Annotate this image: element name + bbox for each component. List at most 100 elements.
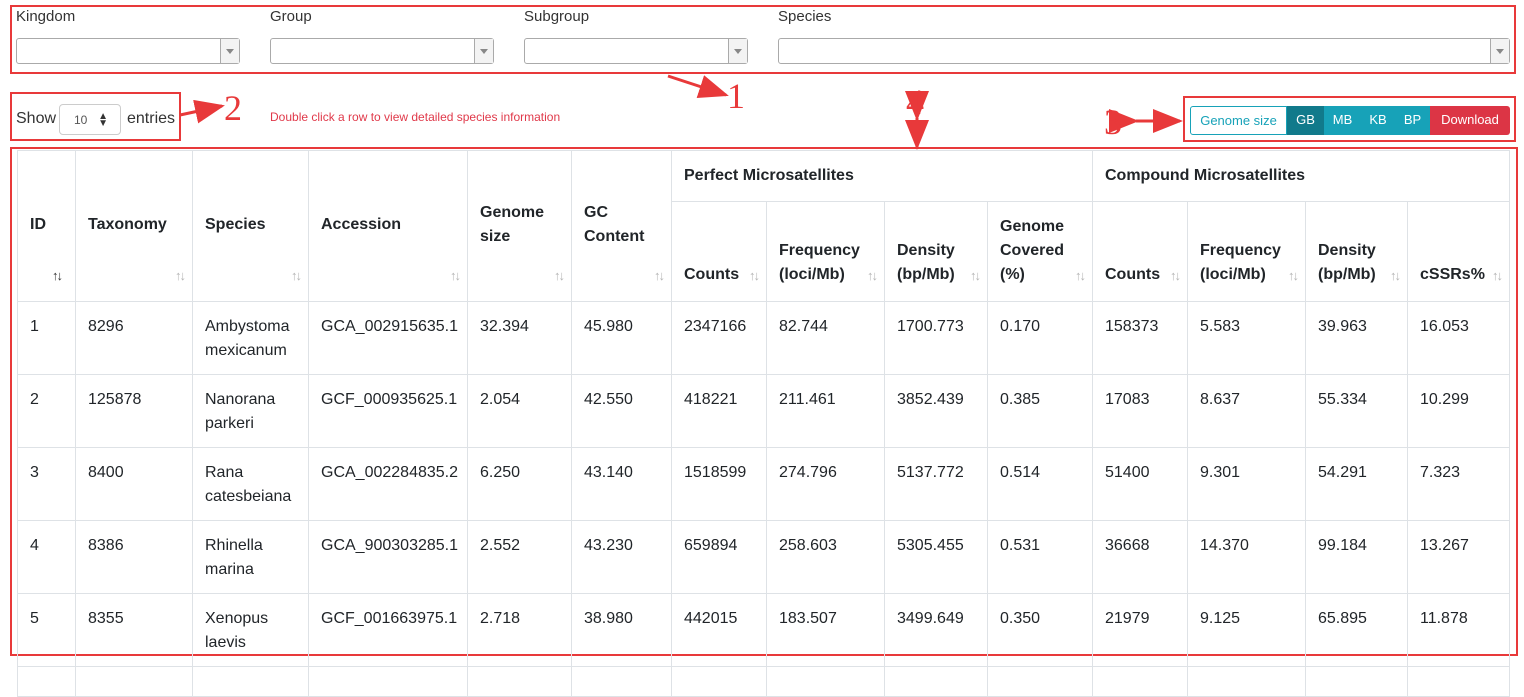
cell-p-density: 3852.439 xyxy=(884,374,988,448)
cell-p-cov: 0.350 xyxy=(987,593,1093,667)
cell-p-counts: 418221 xyxy=(671,374,767,448)
cell-c-density: 39.963 xyxy=(1305,301,1408,375)
kb-button[interactable]: KB xyxy=(1361,106,1395,135)
cell-id: 3 xyxy=(17,447,76,521)
cell-p-freq: 183.507 xyxy=(766,593,885,667)
cell-accession: GCF_001663975.1 xyxy=(308,593,468,667)
cell-c-freq: 9.125 xyxy=(1187,593,1306,667)
cell-taxonomy: 125878 xyxy=(75,374,193,448)
table-row[interactable] xyxy=(17,666,1510,697)
cell-c-counts: 17083 xyxy=(1092,374,1188,448)
cell-gc: 38.980 xyxy=(571,593,672,667)
gb-button[interactable]: GB xyxy=(1287,106,1324,135)
cell-genome: 2.552 xyxy=(467,520,572,594)
entries-value: 10 xyxy=(74,113,88,127)
cell-taxonomy: 8355 xyxy=(75,593,193,667)
cell-c-density: 54.291 xyxy=(1305,447,1408,521)
cell-species: Ambystoma mexicanum xyxy=(192,301,309,375)
cell-c-cssr: 16.053 xyxy=(1407,301,1510,375)
cell-species: Rana catesbeiana xyxy=(192,447,309,521)
table-row[interactable]: 2 125878 Nanorana parkeri GCF_000935625.1 2.0… xyxy=(17,374,1510,448)
cell-c-counts: 158373 xyxy=(1092,301,1188,375)
cell-c-cssr: 10.299 xyxy=(1407,374,1510,448)
cell-p-cov: 0.531 xyxy=(987,520,1093,594)
col-header-species[interactable]: Species ↑↓ xyxy=(192,150,309,302)
table-row[interactable]: 5 8355 Xenopus laevis GCF_001663975.1 2.718 38… xyxy=(17,593,1510,667)
sort-icon: ↑↓ xyxy=(654,268,665,283)
sort-icon: ↑↓ xyxy=(450,268,461,283)
col-header-p-counts[interactable]: Counts ↑↓ xyxy=(671,201,767,302)
cell-p-density: 1700.773 xyxy=(884,301,988,375)
col-header-genome-size[interactable]: Genome size ↑↓ xyxy=(467,150,572,302)
cell-p-counts: 1518599 xyxy=(671,447,767,521)
col-header-p-covered[interactable]: Genome Covered (%) ↑↓ xyxy=(987,201,1093,302)
table-row[interactable]: 3 8400 Rana catesbeiana GCA_002284835.2 6.250… xyxy=(17,447,1510,521)
col-header-accession[interactable]: Accession ↑↓ xyxy=(308,150,468,302)
col-header-c-counts[interactable]: Counts ↑↓ xyxy=(1092,201,1188,302)
cell-id: 4 xyxy=(17,520,76,594)
cell-p-freq: 211.461 xyxy=(766,374,885,448)
cell-genome: 6.250 xyxy=(467,447,572,521)
cell-p-density: 5305.455 xyxy=(884,520,988,594)
col-header-p-frequency[interactable]: Frequency (loci/Mb) ↑↓ xyxy=(766,201,885,302)
cell-p-cov: 0.514 xyxy=(987,447,1093,521)
cell-gc: 45.980 xyxy=(571,301,672,375)
cell-p-cov: 0.170 xyxy=(987,301,1093,375)
sort-icon: ↑↓ xyxy=(52,268,63,283)
cell-id: 5 xyxy=(17,593,76,667)
sort-icon: ↑↓ xyxy=(291,268,302,283)
col-header-id[interactable]: ID ↑↓ xyxy=(17,150,76,302)
cell-p-counts: 2347166 xyxy=(671,301,767,375)
sort-icon: ↑↓ xyxy=(749,268,760,283)
col-header-c-frequency[interactable]: Frequency (loci/Mb) ↑↓ xyxy=(1187,201,1306,302)
cell-accession: GCA_002284835.2 xyxy=(308,447,468,521)
cell-gc: 42.550 xyxy=(571,374,672,448)
cell-taxonomy: 8400 xyxy=(75,447,193,521)
table-row[interactable]: 4 8386 Rhinella marina GCA_900303285.1 2.552 4… xyxy=(17,520,1510,594)
col-header-cssrs[interactable]: cSSRs% ↑↓ xyxy=(1407,201,1510,302)
sort-icon: ↑↓ xyxy=(867,268,878,283)
cell-c-density: 99.184 xyxy=(1305,520,1408,594)
cell-p-density: 3499.649 xyxy=(884,593,988,667)
annotation-number-4: 4 xyxy=(906,82,924,122)
entries-label: entries xyxy=(127,110,176,127)
col-header-taxonomy[interactable]: Taxonomy ↑↓ xyxy=(75,150,193,302)
cell-genome: 32.394 xyxy=(467,301,572,375)
cell-p-counts: 442015 xyxy=(671,593,767,667)
cell-p-freq: 258.603 xyxy=(766,520,885,594)
sort-icon: ↑↓ xyxy=(1390,268,1401,283)
cell-accession: GCA_002915635.1 xyxy=(308,301,468,375)
col-header-p-density[interactable]: Density (bp/Mb) ↑↓ xyxy=(884,201,988,302)
cell-c-counts: 51400 xyxy=(1092,447,1188,521)
cell-p-counts: 659894 xyxy=(671,520,767,594)
genome-size-button[interactable]: Genome size xyxy=(1190,106,1287,135)
cell-p-cov: 0.385 xyxy=(987,374,1093,448)
cell-p-density: 5137.772 xyxy=(884,447,988,521)
cell-c-density: 65.895 xyxy=(1305,593,1408,667)
cell-c-freq: 8.637 xyxy=(1187,374,1306,448)
arrow-2 xyxy=(179,99,225,124)
sort-icon: ↑↓ xyxy=(175,268,186,283)
cell-c-cssr: 7.323 xyxy=(1407,447,1510,521)
cell-taxonomy: 8296 xyxy=(75,301,193,375)
table-row[interactable]: 1 8296 Ambystoma mexicanum GCA_002915635.1 32… xyxy=(17,301,1510,375)
download-button[interactable]: Download xyxy=(1430,106,1510,135)
group-header-perfect: Perfect Microsatellites xyxy=(671,149,1093,203)
cell-gc: 43.140 xyxy=(571,447,672,521)
cell-c-density: 55.334 xyxy=(1305,374,1408,448)
annotation-number-2: 2 xyxy=(224,88,242,128)
group-header-compound: Compound Microsatellites xyxy=(1092,149,1510,203)
col-header-c-density[interactable]: Density (bp/Mb) ↑↓ xyxy=(1305,201,1408,302)
cell-accession: GCA_900303285.1 xyxy=(308,520,468,594)
cell-p-freq: 274.796 xyxy=(766,447,885,521)
bp-button[interactable]: BP xyxy=(1395,106,1430,135)
cell-c-counts: 21979 xyxy=(1092,593,1188,667)
entries-select[interactable]: 10 ▲ ▼ xyxy=(59,104,121,135)
annotation-number-1: 1 xyxy=(727,76,745,116)
cell-id: 2 xyxy=(17,374,76,448)
sort-icon: ↑↓ xyxy=(1075,268,1086,283)
mb-button[interactable]: MB xyxy=(1324,106,1361,135)
col-header-gc-content[interactable]: GC Content ↑↓ xyxy=(571,150,672,302)
cell-c-freq: 5.583 xyxy=(1187,301,1306,375)
cell-c-cssr: 13.267 xyxy=(1407,520,1510,594)
